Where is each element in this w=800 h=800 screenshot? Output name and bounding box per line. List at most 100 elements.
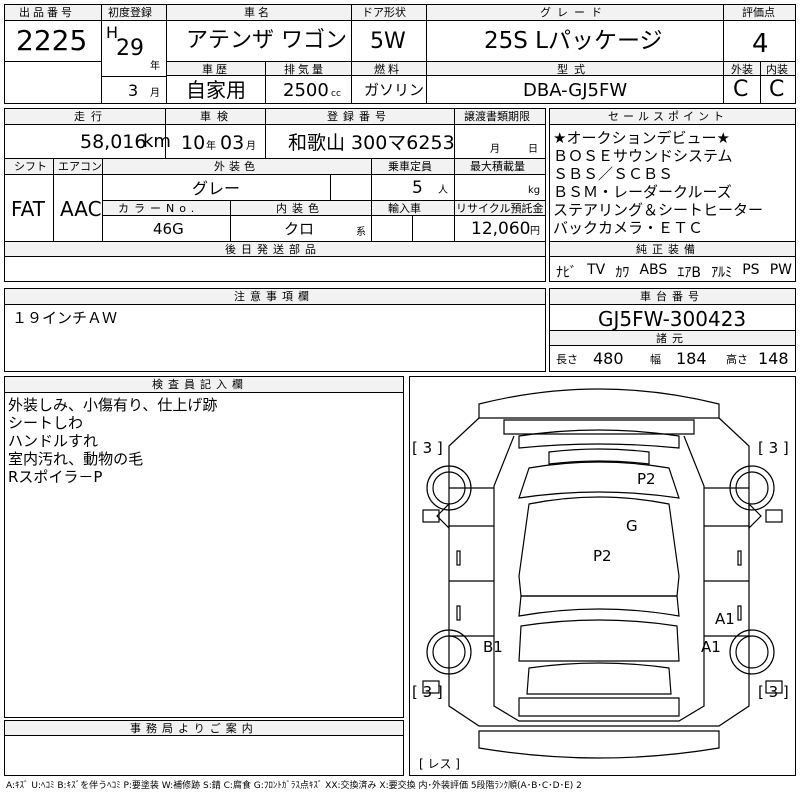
sales-line-5: ステアリング＆シートヒーター (553, 201, 764, 219)
wid-value: 184 (676, 349, 707, 368)
capacity-value: 5 (412, 178, 423, 198)
transfer-label: 譲渡書類期限 (464, 110, 530, 123)
wid-label: 幅 (650, 353, 661, 366)
equip-row: ﾅﾋﾞ TV ｶﾜ ABS ｴｱB ｱﾙﾐ PS PW (556, 262, 792, 282)
sales-line-6: バックカメラ・ＥＴＣ (553, 219, 704, 237)
chassis-label: 車台番号 (640, 290, 704, 303)
intcolor-unit: 系 (356, 227, 366, 238)
reg-month: 3 (128, 81, 139, 100)
notes-label: 注意事項欄 (234, 290, 314, 303)
reg-year: 29 (116, 36, 144, 61)
intcolor-value: クロ (284, 220, 315, 238)
door-value: 5W (370, 29, 406, 54)
equip-item: ﾅﾋﾞ (556, 265, 577, 281)
intcolor-label: 内装色 (276, 202, 324, 215)
import-cell (371, 215, 413, 242)
mileage-unit: km (143, 131, 171, 152)
colorno-value: 46G (153, 220, 184, 238)
transfer-month: 月 (490, 144, 500, 155)
chassis-value: GJ5FW-300423 (598, 307, 747, 331)
load-unit: kg (528, 185, 541, 196)
import-label: 輸入車 (388, 202, 421, 215)
capacity-label: 乗車定員 (388, 160, 432, 173)
recycle-value: 12,060 (471, 219, 531, 239)
inspect-year-unit: 年 (206, 141, 216, 152)
ext-label: 外装 (731, 63, 753, 76)
car-name: アテンザ ワゴン (186, 28, 347, 53)
inspector-label: 検査員記入欄 (152, 378, 248, 391)
year-unit: 年 (150, 61, 160, 72)
hgt-value: 148 (758, 349, 789, 368)
score-value: 4 (752, 29, 769, 59)
inspect-month: 03 (220, 132, 245, 154)
lot-label: 出品番号 (19, 6, 75, 19)
color-value: グレー (192, 179, 241, 198)
ac-label: エアコン (58, 160, 102, 173)
recycle-unit: 円 (530, 226, 540, 237)
load-label: 最大積載量 (470, 160, 525, 173)
sales-line-2: ＢＯＳＥサウンドシステム (553, 147, 733, 165)
fuel-label: 燃料 (374, 63, 402, 76)
hgt-label: 高さ (726, 353, 748, 366)
reg-label: 登録番号 (327, 110, 391, 123)
tire-bl: [ 3 ] (412, 683, 443, 701)
office-label: 事務局よりご案内 (130, 722, 258, 735)
tire-br: [ 3 ] (758, 683, 789, 701)
mileage-label: 走行 (74, 110, 108, 123)
lot-number: 2225 (16, 24, 88, 57)
mileage-value: 58,016 (80, 131, 147, 153)
door-label: ドア形状 (362, 6, 406, 19)
tire-tl: [ 3 ] (412, 439, 443, 457)
disp-unit: cc (331, 89, 341, 99)
inspector-line-5: Rスポイラ－P (8, 468, 103, 486)
capacity-unit: 人 (438, 185, 448, 196)
mark-a1-lower: A1 (701, 638, 721, 656)
inspect-year: 10 (181, 132, 206, 154)
equip-item: ｱﾙﾐ (711, 265, 733, 281)
notes-text: １９インチＡＷ (12, 309, 118, 327)
transfer-day: 日 (528, 144, 538, 155)
equip-item: TV (587, 262, 606, 278)
equip-item: ｴｱB (677, 265, 702, 281)
equip-item: PS (742, 262, 760, 278)
int-value: C (769, 77, 785, 102)
grade-label: グレード (540, 6, 608, 19)
shift-value: FAT (11, 197, 46, 221)
later-label: 後日発送部品 (225, 243, 321, 256)
ac-value: AAC (60, 197, 102, 221)
mark-g: G (626, 517, 638, 535)
sales-line-1: ★オークションデビュー★ (553, 129, 730, 147)
model-value: DBA-GJ5FW (523, 80, 628, 101)
dims-label: 諸元 (656, 332, 688, 345)
sales-label: セールスポイント (608, 110, 728, 123)
car-diagram (422, 388, 783, 759)
model-label: 型式 (557, 63, 591, 76)
equip-item: ABS (639, 262, 668, 278)
int-label: 内装 (766, 63, 788, 76)
inspector-line-1: 外装しみ、小傷有り、仕上げ跡 (8, 396, 218, 414)
month-unit: 月 (150, 88, 160, 99)
fuel-value: ガソリン (364, 81, 425, 99)
disp-value: 2500 (283, 80, 329, 101)
len-value: 480 (593, 349, 624, 368)
lot-lower-cell (4, 61, 102, 104)
disp-label: 排気量 (284, 63, 326, 76)
grade-value: 25S Lパッケージ (484, 28, 663, 54)
sales-line-3: ＳＢＳ／ＳＣＢＳ (553, 165, 674, 183)
score-label: 評価点 (742, 6, 775, 19)
tire-tr: [ 3 ] (758, 439, 789, 457)
history-label: 車歴 (202, 63, 230, 76)
spare-tire: [ レス ] (419, 757, 460, 771)
len-label: 長さ (556, 353, 578, 366)
color-label: 外装色 (214, 160, 259, 173)
history-value: 自家用 (186, 78, 246, 102)
reg-value: 和歌山 300マ6253 (288, 132, 455, 154)
colorno-label: カラーNo. (118, 202, 200, 215)
inspector-line-4: 室内汚れ、動物の毛 (8, 450, 144, 468)
legend: A:ｷｽﾞ U:ﾍｺﾐ B:ｷｽﾞを伴うﾍｺﾐ P:要塗装 W:補修跡 S:錆 … (6, 781, 582, 791)
mark-p2-roof: P2 (637, 470, 656, 488)
equip-item: PW (769, 262, 792, 278)
recycle-label: リサイクル預託金 (456, 202, 544, 215)
equip-item: ｶﾜ (615, 265, 630, 281)
color-gap-cell (330, 174, 372, 201)
